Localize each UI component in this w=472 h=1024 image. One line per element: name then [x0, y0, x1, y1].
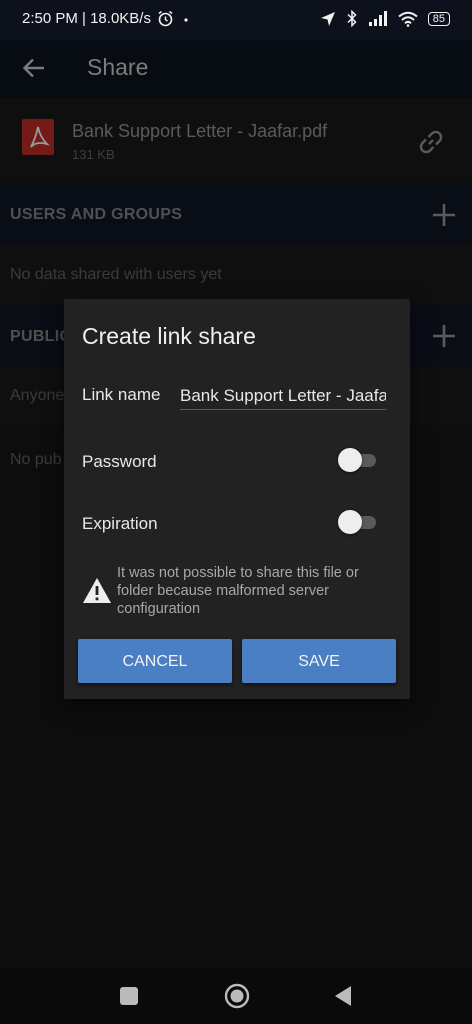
expiration-toggle-thumb [338, 510, 362, 534]
warning-icon [83, 578, 111, 603]
link-name-label: Link name [82, 385, 161, 404]
password-label: Password [82, 452, 157, 471]
status-right: 85 [320, 10, 450, 27]
nav-back-icon[interactable] [332, 984, 354, 1008]
home-icon[interactable] [224, 983, 250, 1009]
create-link-share-dialog: Create link share Link name Password Exp… [64, 299, 410, 699]
dot-icon [184, 17, 188, 22]
signal-icon [368, 11, 387, 26]
bluetooth-icon [347, 10, 357, 27]
warning-message: It was not possible to share this file o… [117, 565, 359, 617]
battery-icon: 85 [427, 11, 450, 26]
link-name-input[interactable] [180, 383, 386, 410]
status-time: 2:50 PM | 18.0KB/s [22, 10, 151, 27]
system-nav-bar [0, 968, 472, 1024]
save-button[interactable]: SAVE [242, 639, 396, 683]
recent-apps-icon[interactable] [120, 987, 138, 1005]
expiration-label: Expiration [82, 514, 158, 533]
expiration-toggle[interactable] [338, 510, 378, 534]
wifi-icon [398, 11, 418, 27]
password-toggle-thumb [338, 448, 362, 472]
status-bar: 2:50 PM | 18.0KB/s 85 [0, 0, 472, 40]
dialog-title: Create link share [82, 323, 256, 349]
location-icon [320, 11, 335, 26]
password-toggle[interactable] [338, 448, 378, 472]
status-left: 2:50 PM | 18.0KB/s [22, 10, 192, 27]
alarm-icon [158, 10, 173, 27]
cancel-button[interactable]: CANCEL [78, 639, 232, 683]
